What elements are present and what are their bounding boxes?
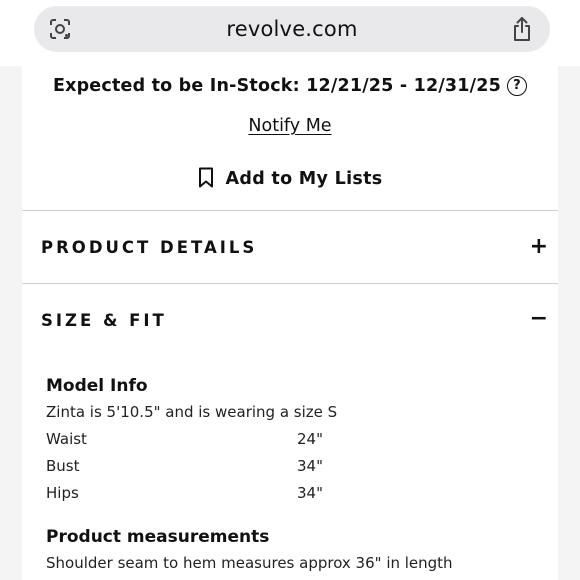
accordion-title: SIZE & FIT bbox=[41, 311, 167, 330]
divider bbox=[22, 210, 558, 211]
measure-label-bust: Bust bbox=[46, 457, 80, 475]
stock-notice: Expected to be In-Stock: 12/21/25 - 12/3… bbox=[22, 76, 558, 96]
page-gutter-left bbox=[0, 66, 22, 580]
url-text[interactable]: revolve.com bbox=[34, 17, 550, 41]
add-to-lists-label: Add to My Lists bbox=[225, 169, 383, 189]
measure-value-hips: 34" bbox=[297, 484, 323, 502]
notify-me-link[interactable]: Notify Me bbox=[22, 116, 558, 136]
measure-value-bust: 34" bbox=[297, 457, 323, 475]
address-bar[interactable]: revolve.com bbox=[34, 6, 550, 52]
help-icon[interactable]: ? bbox=[507, 76, 528, 96]
measure-label-hips: Hips bbox=[46, 484, 79, 502]
expand-icon: + bbox=[529, 234, 548, 259]
product-panel: Expected to be In-Stock: 12/21/25 - 12/3… bbox=[22, 66, 558, 580]
product-measurements-text: Shoulder seam to hem measures approx 36"… bbox=[46, 554, 453, 572]
share-icon[interactable] bbox=[510, 16, 534, 42]
accordion-title: PRODUCT DETAILS bbox=[41, 238, 258, 257]
add-to-lists-button[interactable]: Add to My Lists bbox=[22, 167, 558, 189]
model-info-heading: Model Info bbox=[46, 376, 148, 396]
page-gutter-right bbox=[558, 66, 580, 580]
divider bbox=[22, 283, 558, 284]
browser-top-bar: revolve.com bbox=[0, 0, 580, 66]
measure-label-waist: Waist bbox=[46, 430, 87, 448]
measure-value-waist: 24" bbox=[297, 430, 323, 448]
bookmark-icon bbox=[198, 167, 213, 188]
model-info-description: Zinta is 5'10.5" and is wearing a size S bbox=[46, 403, 338, 421]
collapse-icon: − bbox=[529, 306, 548, 331]
stock-text: Expected to be In-Stock: 12/21/25 - 12/3… bbox=[52, 76, 502, 96]
product-measurements-heading: Product measurements bbox=[46, 527, 270, 547]
